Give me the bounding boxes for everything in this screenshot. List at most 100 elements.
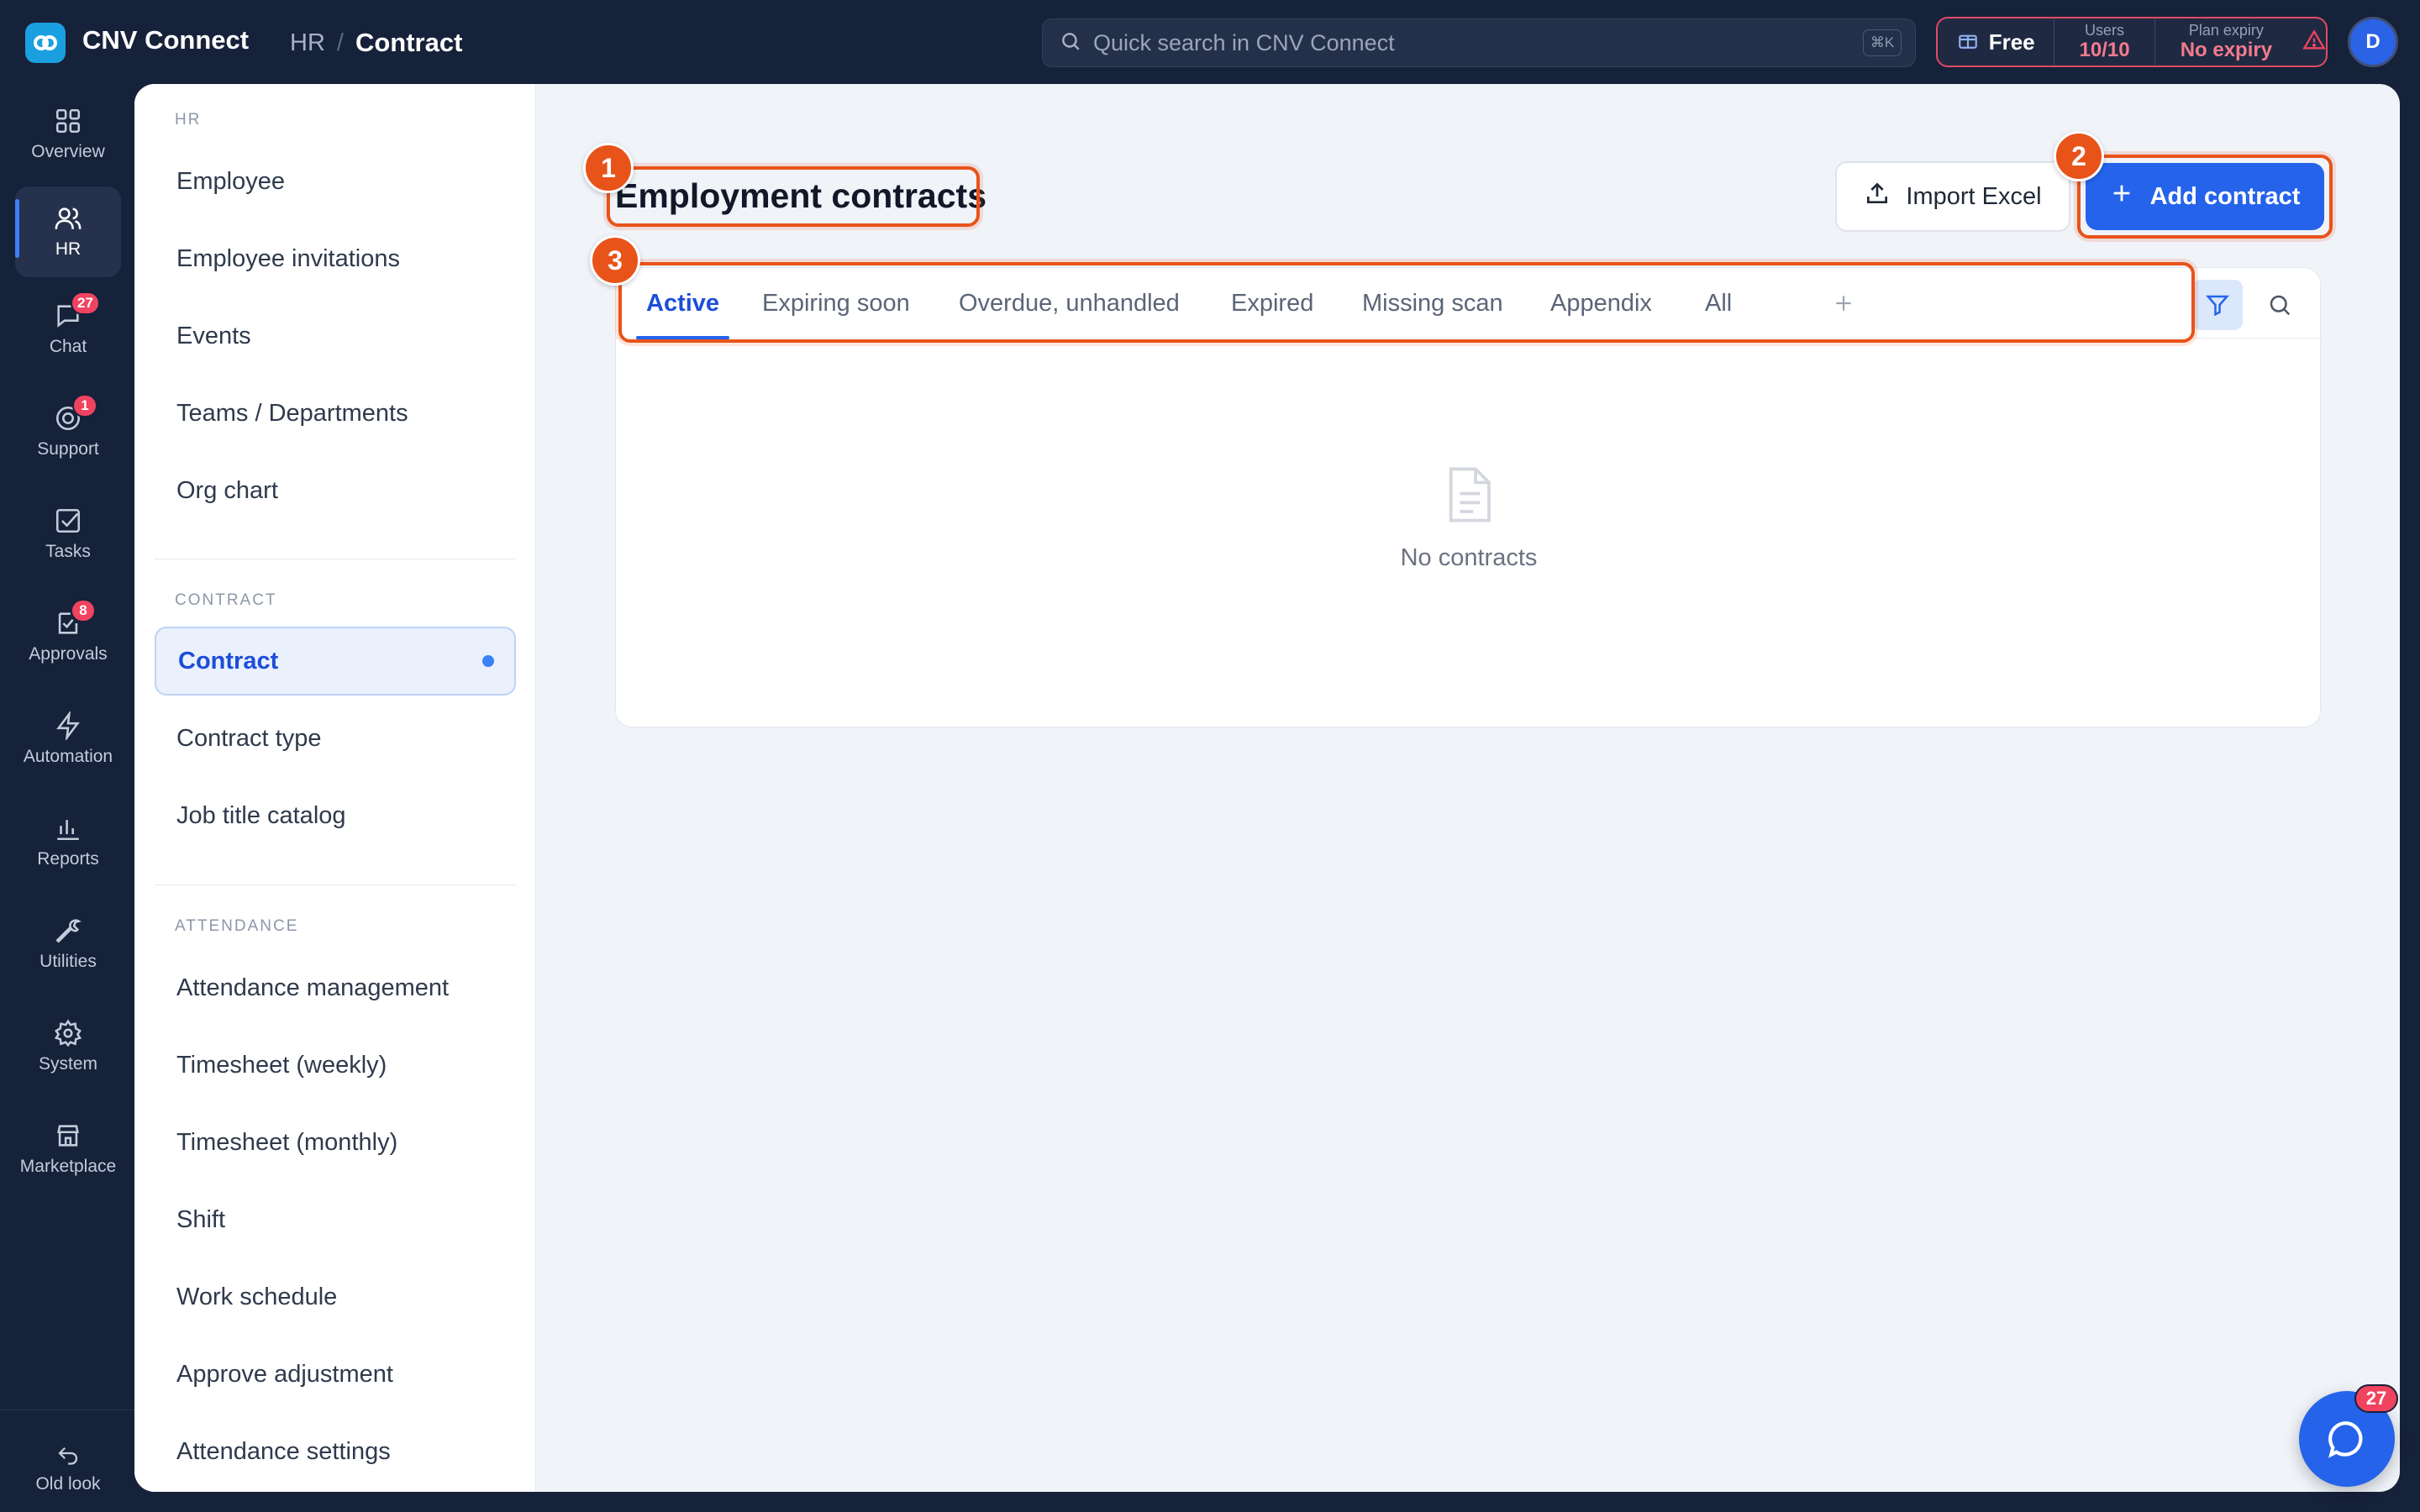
logo-icon[interactable] (25, 23, 66, 63)
rail-item-system[interactable]: System (15, 1001, 121, 1092)
plan-free[interactable]: Free (1938, 18, 2055, 66)
section-title-contract: CONTRACT (175, 591, 277, 609)
app-window: CNV Connect HR / Contract Quick search i… (0, 0, 2420, 1512)
nav-employee-invitations[interactable]: Employee invitations (155, 224, 516, 293)
rail-label: System (38, 1054, 97, 1074)
rail-label: Utilities (39, 952, 97, 971)
table-search-button[interactable] (2254, 280, 2305, 330)
gift-icon (1957, 29, 1979, 56)
approval-icon: 8 (54, 599, 96, 638)
rail-label: Chat (49, 337, 87, 356)
users-icon (54, 204, 82, 233)
rail-label: Approvals (29, 644, 108, 664)
nav-org-chart[interactable]: Org chart (155, 456, 516, 525)
nav-events[interactable]: Events (155, 302, 516, 370)
empty-state-text: No contracts (1400, 544, 1538, 571)
breadcrumb: HR / Contract (290, 28, 462, 58)
rail-label: HR (55, 239, 82, 259)
rail-label: Overview (31, 142, 105, 161)
nav-shift[interactable]: Shift (155, 1185, 516, 1254)
search-icon (2270, 295, 2291, 316)
app-rail: Overview HR 27 Chat 1 Support Tasks 8 Ap… (0, 84, 134, 1512)
upload-icon (1864, 180, 1891, 213)
undo-icon (54, 1439, 82, 1467)
rail-item-chat[interactable]: 27 Chat (15, 284, 121, 375)
rail-item-overview[interactable]: Overview (15, 89, 121, 180)
chat-fab-button[interactable]: 27 (2299, 1384, 2398, 1487)
empty-state: No contracts (616, 339, 2322, 728)
rail-label: Marketplace (19, 1157, 117, 1176)
annotation-marker-2: 2 (2054, 131, 2104, 181)
rail-item-support[interactable]: 1 Support (15, 386, 121, 477)
nav-label: Contract (178, 647, 279, 675)
wrench-icon (54, 916, 82, 945)
checkbox-icon (54, 507, 82, 535)
import-excel-button[interactable]: Import Excel (1835, 161, 2070, 232)
nav-employee[interactable]: Employee (155, 147, 516, 216)
rail-active-indicator (15, 199, 19, 258)
warning-icon (2302, 29, 2326, 56)
chat-fab-badge: 27 (2354, 1384, 2398, 1413)
document-icon (1442, 465, 1496, 529)
breadcrumb-separator: / (336, 29, 344, 56)
chat-bubble-icon (2328, 1421, 2363, 1458)
breadcrumb-current: Contract (355, 28, 463, 57)
rail-item-approvals[interactable]: 8 Approvals (15, 591, 121, 682)
nav-job-title-catalog[interactable]: Job title catalog (155, 781, 516, 850)
search-placeholder: Quick search in CNV Connect (1093, 29, 1395, 55)
breadcrumb-hr[interactable]: HR (290, 29, 325, 57)
lifebuoy-icon: 1 (54, 394, 97, 433)
highlight-title (607, 166, 980, 227)
active-dot (482, 655, 494, 667)
nav-contract-type[interactable]: Contract type (155, 704, 516, 773)
gear-icon (54, 1019, 82, 1047)
highlight-tabs (618, 262, 2195, 343)
lightning-icon (54, 711, 82, 740)
plan-status[interactable]: Free Users 10/10 Plan expiry No expiry (1936, 17, 2328, 67)
highlight-add-button (2077, 155, 2333, 239)
plan-expiry-label: Plan expiry (2188, 22, 2264, 39)
rail-item-automation[interactable]: Automation (15, 694, 121, 785)
filter-icon (2205, 295, 2230, 317)
rail-label: Reports (37, 849, 99, 869)
nav-teams-departments[interactable]: Teams / Departments (155, 379, 516, 448)
rail-item-hr[interactable]: HR (15, 186, 121, 277)
nav-attendance-settings[interactable]: Attendance settings (155, 1417, 516, 1486)
rail-item-utilities[interactable]: Utilities (15, 899, 121, 990)
nav-work-schedule[interactable]: Work schedule (155, 1263, 516, 1331)
section-title-attendance: ATTENDANCE (175, 917, 299, 935)
search-shortcut: ⌘K (1863, 29, 1902, 56)
nav-attendance-management[interactable]: Attendance management (155, 953, 516, 1022)
plan-users-value: 10/10 (2079, 39, 2130, 61)
content-panel: HR Employee Employee invitations Events … (134, 84, 2400, 1492)
chat-badge: 27 (71, 291, 100, 315)
plan-users: Users 10/10 (2054, 18, 2155, 66)
filter-button[interactable] (2192, 280, 2243, 330)
nav-contract[interactable]: Contract (155, 627, 516, 696)
rail-label: Old look (35, 1474, 101, 1494)
rail-item-reports[interactable]: Reports (15, 796, 121, 887)
import-excel-label: Import Excel (1906, 182, 2042, 210)
plan-expiry: Plan expiry No expiry (2155, 18, 2297, 66)
search-input[interactable]: Quick search in CNV Connect ⌘K (1042, 18, 1916, 67)
rail-label: Tasks (45, 542, 91, 561)
app-name: CNV Connect (82, 25, 250, 55)
main-content: Employment contracts 1 Import Excel Add … (536, 84, 2400, 1492)
nav-timesheet-monthly[interactable]: Timesheet (monthly) (155, 1108, 516, 1177)
top-bar: CNV Connect HR / Contract Quick search i… (0, 0, 2420, 84)
user-avatar[interactable]: D (2348, 17, 2398, 67)
rail-item-tasks[interactable]: Tasks (15, 489, 121, 580)
plan-users-label: Users (2085, 22, 2125, 39)
module-sidebar: HR Employee Employee invitations Events … (134, 84, 536, 1492)
chat-icon: 27 (54, 291, 100, 330)
bar-chart-icon (54, 814, 82, 843)
rail-item-marketplace[interactable]: Marketplace (15, 1104, 121, 1194)
nav-approve-adjustment[interactable]: Approve adjustment (155, 1340, 516, 1409)
rail-item-old-look[interactable]: Old look (15, 1428, 121, 1505)
plan-expiry-value: No expiry (2180, 39, 2273, 61)
annotation-marker-3: 3 (590, 235, 640, 286)
rail-label: Automation (23, 747, 113, 766)
nav-timesheet-weekly[interactable]: Timesheet (weekly) (155, 1031, 516, 1100)
section-title-hr: HR (175, 111, 202, 129)
store-icon (54, 1121, 82, 1150)
